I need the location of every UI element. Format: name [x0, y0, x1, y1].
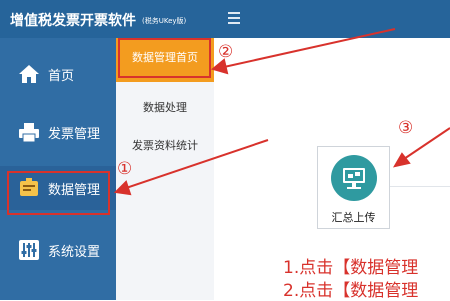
annotation-step-2: 2.点击【数据管理: [283, 281, 419, 301]
annotation-step-1: 1.点击【数据管理: [283, 258, 419, 278]
marker-1: ①: [117, 159, 133, 179]
marker-2: ②: [218, 42, 234, 62]
marker-3: ③: [398, 118, 414, 138]
